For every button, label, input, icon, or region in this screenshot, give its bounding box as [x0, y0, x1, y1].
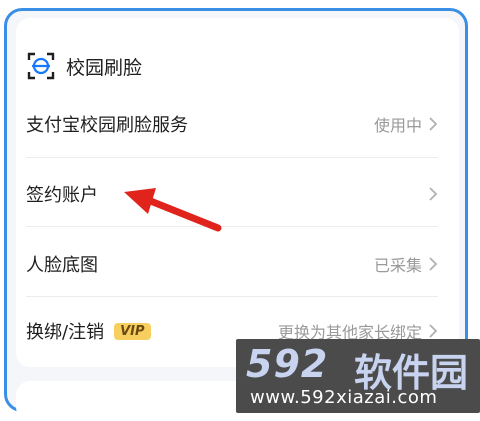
divider [26, 296, 438, 297]
status-value: 使用中 [373, 116, 422, 135]
red-arrow-annotation [124, 188, 222, 232]
section-header: 校园刷脸 [26, 49, 142, 83]
watermark-brand: 592 [246, 342, 329, 386]
chevron-right-icon [429, 187, 438, 201]
row-campus-face-service[interactable]: 支付宝校园刷脸服务 使用中 [26, 104, 438, 144]
row-status [422, 186, 438, 202]
row-label: 换绑/注销 VIP [26, 318, 151, 344]
row-label: 人脸底图 [26, 255, 98, 276]
vip-badge: VIP [114, 322, 151, 340]
row-label-text: 换绑/注销 [26, 322, 105, 343]
row-face-base-image[interactable]: 人脸底图 已采集 [26, 244, 438, 284]
chevron-right-icon [429, 324, 438, 338]
watermark-url: www.592xiazai.com [250, 387, 438, 408]
watermark: 592 软件园 www.592xiazai.com [236, 339, 480, 413]
status-value: 已采集 [373, 256, 422, 275]
row-label: 签约账户 [26, 185, 98, 206]
section-title: 校园刷脸 [66, 56, 143, 79]
row-label: 支付宝校园刷脸服务 [26, 115, 188, 136]
row-status: 使用中 [374, 112, 438, 136]
chevron-right-icon [429, 257, 438, 271]
face-scan-icon [27, 52, 55, 80]
row-status: 已采集 [374, 252, 438, 276]
divider [26, 157, 438, 158]
chevron-right-icon [429, 117, 438, 131]
